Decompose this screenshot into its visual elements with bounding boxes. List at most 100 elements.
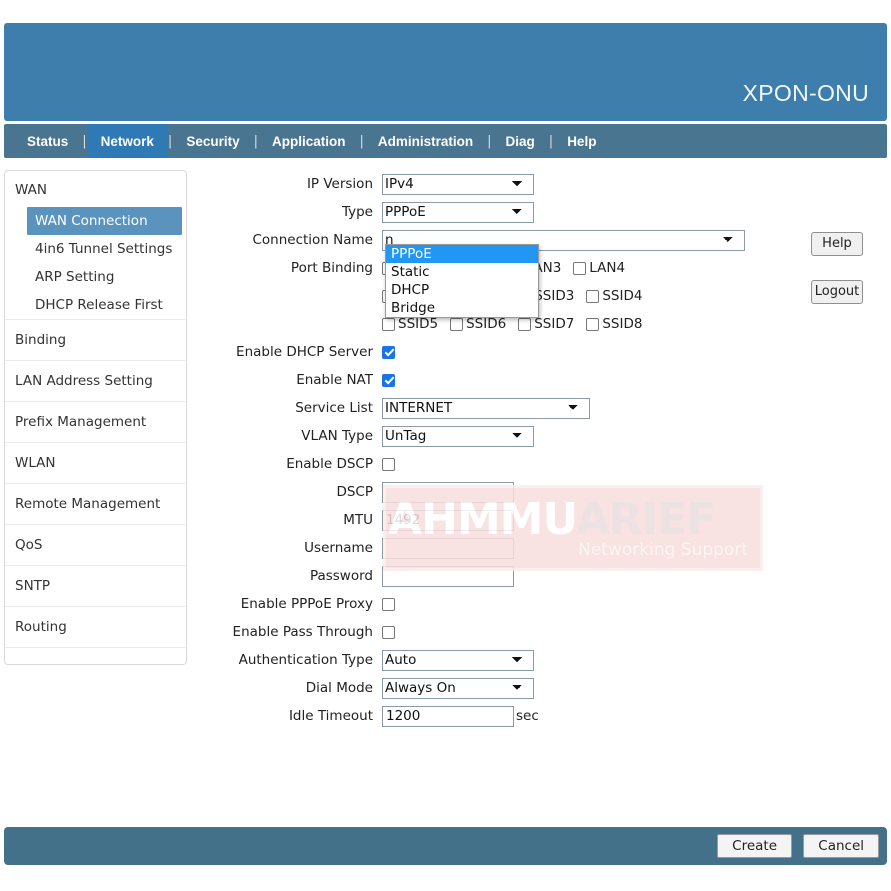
sidebar-item-prefix-management[interactable]: Prefix Management [5,401,186,442]
sidebar-item-arp-setting[interactable]: ARP Setting [5,263,186,291]
service-list-label: Service List [295,400,373,416]
enable-nat-label: Enable NAT [296,372,373,388]
checkbox-ssid5-input[interactable] [382,317,395,331]
form-row-enable-pass-through: Enable Pass Through [195,618,795,646]
checkbox-ssid4-label: SSID4 [602,288,643,304]
checkbox-lan4[interactable]: LAN4 [573,260,625,276]
sidebar-item-remote-management[interactable]: Remote Management [5,483,186,524]
nav-item-application[interactable]: Application [259,124,359,158]
sidebar-item-lan-address-setting[interactable]: LAN Address Setting [5,360,186,401]
username-input[interactable] [382,537,514,559]
checkbox-lan4-input[interactable] [573,261,587,275]
form-row-username: Username [195,534,795,562]
checkbox-ssid8-label: SSID8 [602,316,643,332]
sidebar-item-routing[interactable]: Routing [5,606,186,647]
checkbox-ssid7-label: SSID7 [534,316,575,332]
sidebar-item-dhcp-release-first[interactable]: DHCP Release First [5,291,186,319]
port-binding-ssid-group-2: SSID5 SSID6 SSID7 SSID8 [382,316,654,332]
checkbox-ssid5-label: SSID5 [398,316,439,332]
dial-mode-label: Dial Mode [305,680,373,696]
dscp-input[interactable] [382,481,514,503]
type-option-static[interactable]: Static [386,263,538,281]
connection-name-label: Connection Name [252,232,373,248]
sidebar-item-wlan[interactable]: WLAN [5,442,186,483]
enable-pppoe-proxy-label: Enable PPPoE Proxy [240,596,373,612]
nav-item-administration[interactable]: Administration [365,124,486,158]
checkbox-lan4-label: LAN4 [589,260,626,276]
vlan-type-select[interactable]: UnTag [382,425,534,447]
nav-item-help[interactable]: Help [554,124,609,158]
form-row-password: Password [195,562,795,590]
enable-dscp-label: Enable DSCP [286,456,373,472]
type-option-dhcp[interactable]: DHCP [386,281,538,299]
sidebar: WAN WAN Connection 4in6 Tunnel Settings … [4,170,187,665]
mtu-label: MTU [343,512,373,528]
ip-version-select[interactable]: IPv4 [382,173,534,195]
sidebar-item-4in6-tunnel-settings[interactable]: 4in6 Tunnel Settings [5,235,186,263]
main-navigation: Status | Network | Security | Applicatio… [4,124,887,158]
checkbox-ssid5[interactable]: SSID5 [382,316,438,332]
sidebar-item-binding[interactable]: Binding [5,319,186,360]
checkbox-ssid4[interactable]: SSID4 [586,288,642,304]
enable-pppoe-proxy-checkbox[interactable] [382,597,395,611]
form-row-enable-nat: Enable NAT [195,366,795,394]
enable-dhcp-server-checkbox[interactable] [382,345,395,359]
authentication-type-label: Authentication Type [238,652,373,668]
cancel-button[interactable]: Cancel [803,834,879,858]
form-row-enable-pppoe-proxy: Enable PPPoE Proxy [195,590,795,618]
checkbox-ssid7[interactable]: SSID7 [518,316,574,332]
logout-button[interactable]: Logout [811,280,863,304]
help-button[interactable]: Help [811,232,863,256]
checkbox-ssid4-input[interactable] [586,289,600,303]
form-row-vlan-type: VLAN Type UnTag [195,422,795,450]
create-button[interactable]: Create [717,834,792,858]
type-select[interactable]: PPPoE [382,201,534,223]
form-row-enable-dscp: Enable DSCP [195,450,795,478]
checkbox-ssid7-input[interactable] [518,317,532,331]
type-dropdown-popup[interactable]: PPPoE Static DHCP Bridge [385,244,539,318]
form-row-idle-timeout: Idle Timeout sec [195,702,795,730]
nav-item-status[interactable]: Status [14,124,81,158]
enable-dscp-checkbox[interactable] [382,457,395,471]
enable-pass-through-label: Enable Pass Through [232,624,373,640]
checkbox-ssid6[interactable]: SSID6 [450,316,506,332]
type-option-bridge[interactable]: Bridge [386,299,538,317]
enable-pass-through-checkbox[interactable] [382,625,395,639]
password-label: Password [309,568,373,584]
nav-item-diag[interactable]: Diag [493,124,548,158]
page-title: XPON-ONU [742,80,869,106]
form-row-ip-version: IP Version IPv4 [195,170,795,198]
authentication-type-select[interactable]: Auto [382,649,534,671]
dscp-label: DSCP [336,484,373,500]
checkbox-ssid6-label: SSID6 [466,316,507,332]
idle-timeout-input[interactable] [382,705,514,727]
sidebar-bottom-divider [5,647,186,658]
ip-version-label: IP Version [306,176,373,192]
nav-item-network[interactable]: Network [87,124,167,158]
vlan-type-label: VLAN Type [301,428,373,444]
type-option-pppoe[interactable]: PPPoE [386,245,538,263]
port-binding-label: Port Binding [290,260,373,276]
form-row-dscp: DSCP [195,478,795,506]
sidebar-item-wan-connection[interactable]: WAN Connection [27,207,182,235]
header-banner: XPON-ONU [4,23,887,121]
form-row-mtu: MTU [195,506,795,534]
mtu-input[interactable] [382,509,514,531]
dial-mode-select[interactable]: Always On [382,677,534,699]
enable-nat-checkbox[interactable] [382,373,395,387]
service-list-select[interactable]: INTERNET [382,397,590,419]
idle-timeout-unit: sec [516,708,539,724]
form-row-enable-dhcp-server: Enable DHCP Server [195,338,795,366]
form-row-dial-mode: Dial Mode Always On [195,674,795,702]
form-row-type: Type PPPoE [195,198,795,226]
form-row-service-list: Service List INTERNET [195,394,795,422]
form-row-authentication-type: Authentication Type Auto [195,646,795,674]
checkbox-ssid8-input[interactable] [586,317,600,331]
checkbox-ssid6-input[interactable] [450,317,464,331]
checkbox-ssid3-label: SSID3 [534,288,575,304]
checkbox-ssid8[interactable]: SSID8 [586,316,642,332]
sidebar-item-qos[interactable]: QoS [5,524,186,565]
nav-item-security[interactable]: Security [173,124,252,158]
password-input[interactable] [382,565,514,587]
sidebar-item-sntp[interactable]: SNTP [5,565,186,606]
